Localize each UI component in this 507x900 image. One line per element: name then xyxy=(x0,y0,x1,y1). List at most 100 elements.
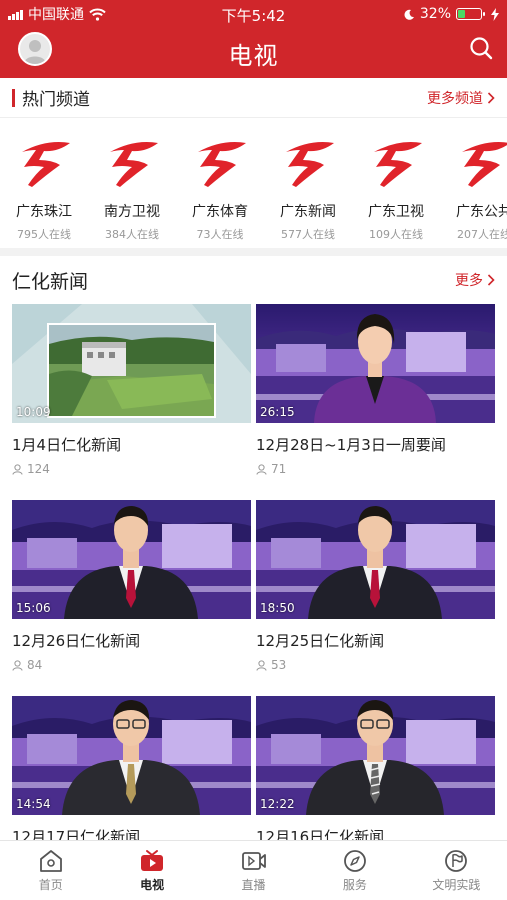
news-card[interactable]: 12:22 12月16日仁化新闻 xyxy=(256,696,495,840)
video-duration: 12:22 xyxy=(260,797,295,811)
view-count-value: 71 xyxy=(271,462,287,476)
channel-item[interactable]: 广东体育 73人在线 xyxy=(176,138,264,242)
video-duration: 26:15 xyxy=(260,405,295,419)
view-count-value: 124 xyxy=(27,462,50,476)
user-icon xyxy=(12,463,23,475)
channel-item[interactable]: 南方卫视 384人在线 xyxy=(88,138,176,242)
channel-list: 广东珠江 795人在线 南方卫视 384人在线 广东体育 73人在线 广东新闻 … xyxy=(0,118,507,242)
view-count: 84 xyxy=(12,658,251,672)
channel-item[interactable]: 广东珠江 795人在线 xyxy=(0,138,88,242)
more-channels-label: 更多频道 xyxy=(427,90,483,107)
more-news-link[interactable]: 更多 xyxy=(455,270,495,290)
tab-home[interactable]: 首页 xyxy=(0,841,101,900)
avatar[interactable] xyxy=(18,32,52,66)
channel-viewers: 577人在线 xyxy=(281,228,335,241)
guangdong-tv-logo-icon xyxy=(374,142,422,187)
video-duration: 15:06 xyxy=(16,601,51,615)
hot-channels-title: 热门频道 xyxy=(22,90,90,110)
guangdong-tv-logo-icon xyxy=(22,142,70,187)
tv-icon xyxy=(141,850,164,871)
channel-viewers: 73人在线 xyxy=(196,228,244,241)
video-thumbnail[interactable]: 15:06 xyxy=(12,500,251,619)
user-icon xyxy=(256,659,267,671)
hot-channels-header: 热门频道 更多频道 xyxy=(0,78,507,118)
news-card[interactable]: 15:06 12月26日仁化新闻 84 xyxy=(12,500,251,696)
news-card[interactable]: 14:54 12月17日仁化新闻 xyxy=(12,696,251,840)
page-title: 电视 xyxy=(228,41,279,70)
news-item-title: 12月17日仁化新闻 xyxy=(12,828,141,840)
view-count-value: 84 xyxy=(27,658,43,672)
video-duration: 18:50 xyxy=(260,601,295,615)
channel-name: 广东卫视 xyxy=(368,204,424,220)
tab-label: 服务 xyxy=(342,878,367,892)
guangdong-tv-logo-icon xyxy=(462,142,507,187)
video-thumbnail[interactable]: 26:15 xyxy=(256,304,495,423)
video-duration: 10:09 xyxy=(16,405,51,419)
tab-tv[interactable]: 电视 xyxy=(101,841,202,900)
view-count-value: 53 xyxy=(271,658,287,672)
chevron-right-icon xyxy=(487,91,495,104)
channel-name: 南方卫视 xyxy=(104,204,160,220)
tab-label: 直播 xyxy=(241,878,266,892)
video-thumbnail[interactable]: 12:22 xyxy=(256,696,495,815)
news-card[interactable]: 18:50 12月25日仁化新闻 53 xyxy=(256,500,495,696)
guangdong-tv-logo-icon xyxy=(286,142,334,187)
tab-label: 首页 xyxy=(38,878,63,892)
video-thumbnail[interactable]: 10:09 xyxy=(12,304,251,423)
channel-name: 广东新闻 xyxy=(280,204,336,220)
channel-item[interactable]: 广东新闻 577人在线 xyxy=(264,138,352,242)
more-news-label: 更多 xyxy=(455,273,483,289)
compass-icon xyxy=(344,850,366,872)
news-title: 仁化新闻 xyxy=(12,270,89,293)
user-icon xyxy=(12,659,23,671)
news-card[interactable]: 26:15 12月28日~1月3日一周要闻 71 xyxy=(256,304,495,500)
view-count: 53 xyxy=(256,658,495,672)
video-thumbnail[interactable]: 18:50 xyxy=(256,500,495,619)
status-time: 下午5:42 xyxy=(221,7,286,25)
battery-icon xyxy=(456,8,485,20)
channel-name: 广东珠江 xyxy=(16,204,72,220)
search-button[interactable] xyxy=(469,36,493,64)
channel-viewers: 109人在线 xyxy=(369,228,423,241)
channel-viewers: 795人在线 xyxy=(17,228,71,241)
channel-name: 广东公共 xyxy=(456,204,507,220)
channel-viewers: 207人在线 xyxy=(457,228,507,241)
tab-civilization-practice[interactable]: 文明实践 xyxy=(406,841,507,900)
news-grid: 10:09 1月4日仁化新闻 124 26:15 12月28日~1月3日一周要闻… xyxy=(0,304,507,840)
chevron-right-icon xyxy=(487,274,495,286)
hot-channels-section: 热门频道 更多频道 广东珠江 795人在线 南方卫视 384人在线 广东体育 7… xyxy=(0,78,507,248)
news-item-title: 12月26日仁化新闻 xyxy=(12,632,141,650)
more-channels-link[interactable]: 更多频道 xyxy=(427,88,495,108)
news-item-title: 1月4日仁化新闻 xyxy=(12,436,122,454)
video-thumbnail[interactable]: 14:54 xyxy=(12,696,251,815)
view-count: 124 xyxy=(12,462,251,476)
tab-label: 文明实践 xyxy=(432,878,481,892)
guangdong-tv-logo-icon xyxy=(110,142,158,187)
channel-item[interactable]: 广东公共 207人在线 xyxy=(440,138,507,242)
news-header: 仁化新闻 更多 xyxy=(0,256,507,304)
flag-icon xyxy=(445,850,468,872)
app-bar: 电视 xyxy=(0,28,507,78)
video-duration: 14:54 xyxy=(16,797,51,811)
tab-service[interactable]: 服务 xyxy=(304,841,405,900)
tab-live[interactable]: 直播 xyxy=(203,841,304,900)
view-count: 71 xyxy=(256,462,495,476)
channel-name: 广东体育 xyxy=(192,204,248,220)
channel-item[interactable]: 广东卫视 109人在线 xyxy=(352,138,440,242)
tab-label: 电视 xyxy=(140,878,165,892)
news-card[interactable]: 10:09 1月4日仁化新闻 124 xyxy=(12,304,251,500)
bottom-tab-bar: 首页 电视 直播 服务 文明实践 xyxy=(0,840,507,900)
search-icon xyxy=(470,37,493,60)
home-icon xyxy=(39,850,62,872)
user-icon xyxy=(256,463,267,475)
video-camera-icon xyxy=(241,852,266,870)
status-bar: 中国联通 下午5:42 32% xyxy=(0,0,507,28)
section-accent-bar xyxy=(12,88,15,107)
news-item-title: 12月16日仁化新闻 xyxy=(256,828,385,840)
guangdong-tv-logo-icon xyxy=(198,142,246,187)
news-item-title: 12月25日仁化新闻 xyxy=(256,632,385,650)
channel-viewers: 384人在线 xyxy=(105,228,159,241)
news-section: 仁化新闻 更多 10:09 1月4日仁化新闻 124 26:15 12月28日~… xyxy=(0,256,507,840)
top-bar: 中国联通 下午5:42 32% 电视 xyxy=(0,0,507,78)
news-item-title: 12月28日~1月3日一周要闻 xyxy=(256,436,446,454)
